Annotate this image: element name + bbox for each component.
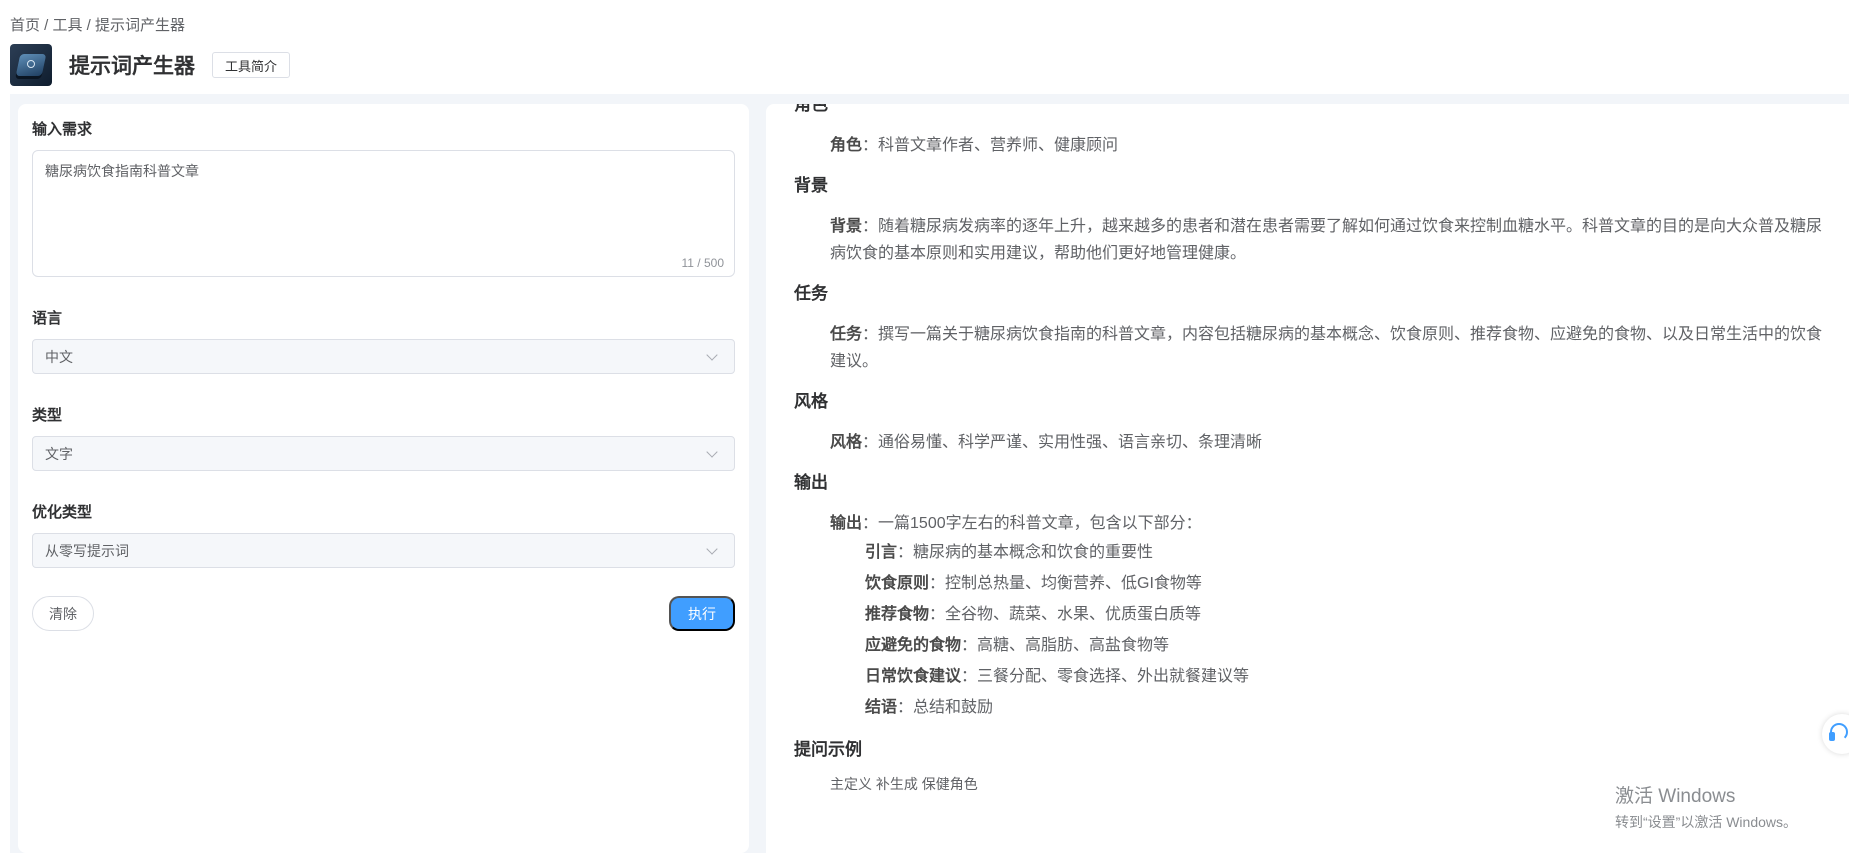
result-content: 角色 角色：科普文章作者、营养师、健康顾问 背景 背景：随着糖尿病发病率的逐年上… <box>794 104 1834 809</box>
list-item: 推荐食物：全谷物、蔬菜、水果、优质蛋白质等 <box>865 606 1202 623</box>
section-body: 角色：科普文章作者、营养师、健康顾问 <box>830 137 1119 154</box>
type-label: 类型 <box>32 407 63 424</box>
watermark-subtitle: 转到“设置”以激活 Windows。 <box>1615 814 1798 830</box>
language-value: 中文 <box>45 348 73 365</box>
section-style: 风格 风格：通俗易懂、科学严谨、实用性强、语言亲切、条理清晰 <box>794 390 1834 456</box>
section-title: 角色 <box>794 104 828 114</box>
optimization-type-label: 优化类型 <box>32 504 93 521</box>
run-button[interactable]: 执行 <box>669 596 735 631</box>
clear-button[interactable]: 清除 <box>32 596 94 631</box>
section-title: 输出 <box>794 473 828 492</box>
list-item: 饮食原则：控制总热量、均衡营养、低GI食物等 <box>865 575 1202 592</box>
char-counter: 11 / 500 <box>681 256 724 270</box>
requirement-value: 糖尿病饮食指南科普文章 <box>45 163 199 179</box>
page-title: 提示词产生器 <box>69 55 195 78</box>
windows-activation-watermark: 激活 Windows 转到“设置”以激活 Windows。 <box>1615 781 1797 832</box>
chevron-down-icon <box>706 445 718 458</box>
section-title: 提问示例 <box>794 740 862 759</box>
output-list: 引言：糖尿病的基本概念和饮食的重要性 饮食原则：控制总热量、均衡营养、低GI食物… <box>865 537 1834 723</box>
list-item: 日常饮食建议：三餐分配、零食选择、外出就餐建议等 <box>865 668 1250 685</box>
list-item: 引言：糖尿病的基本概念和饮食的重要性 <box>865 544 1154 561</box>
section-title: 风格 <box>794 392 828 411</box>
section-title: 背景 <box>794 176 828 195</box>
section-body: 输出：一篇1500字左右的科普文章，包含以下部分： 引言：糖尿病的基本概念和饮食… <box>830 510 1834 723</box>
type-select[interactable]: 文字 <box>32 436 735 471</box>
list-item: 应避免的食物：高糖、高脂肪、高盐食物等 <box>865 637 1170 654</box>
section-title: 任务 <box>794 284 828 303</box>
section-task: 任务 任务：撰写一篇关于糖尿病饮食指南的科普文章，内容包括糖尿病的基本概念、饮食… <box>794 282 1834 375</box>
chevron-down-icon <box>706 542 718 555</box>
section-body: 风格：通俗易懂、科学严谨、实用性强、语言亲切、条理清晰 <box>830 434 1263 451</box>
chevron-down-icon <box>706 348 718 361</box>
section-body: 背景：随着糖尿病发病率的逐年上升，越来越多的患者和潜在患者需要了解如何通过饮食来… <box>830 218 1823 262</box>
page-header: 提示词产生器 工具简介 <box>10 44 291 86</box>
language-label: 语言 <box>32 310 63 327</box>
section-role: 角色 角色：科普文章作者、营养师、健康顾问 <box>794 104 1834 159</box>
chip-logo-icon <box>10 44 52 86</box>
breadcrumb[interactable]: 首页 / 工具 / 提示词产生器 <box>10 14 185 35</box>
optimization-type-value: 从零写提示词 <box>45 542 129 559</box>
watermark-title: 激活 Windows <box>1615 786 1736 807</box>
language-select[interactable]: 中文 <box>32 339 735 374</box>
tool-intro-button[interactable]: 工具简介 <box>212 52 291 78</box>
input-label: 输入需求 <box>32 121 93 138</box>
input-panel: 输入需求 糖尿病饮食指南科普文章 11 / 500 语言 中文 类型 文字 优化… <box>18 104 749 853</box>
result-panel[interactable]: 角色 角色：科普文章作者、营养师、健康顾问 背景 背景：随着糖尿病发病率的逐年上… <box>766 104 1849 853</box>
type-value: 文字 <box>45 445 73 462</box>
action-row: 清除 执行 <box>32 596 735 631</box>
section-background: 背景 背景：随着糖尿病发病率的逐年上升，越来越多的患者和潜在患者需要了解如何通过… <box>794 174 1834 267</box>
optimization-type-select[interactable]: 从零写提示词 <box>32 533 735 568</box>
section-output: 输出 输出：一篇1500字左右的科普文章，包含以下部分： 引言：糖尿病的基本概念… <box>794 471 1834 723</box>
requirement-textarea[interactable]: 糖尿病饮食指南科普文章 11 / 500 <box>32 150 735 277</box>
section-body: 任务：撰写一篇关于糖尿病饮食指南的科普文章，内容包括糖尿病的基本概念、饮食原则、… <box>830 326 1823 370</box>
list-item: 结语：总结和鼓励 <box>865 699 994 716</box>
